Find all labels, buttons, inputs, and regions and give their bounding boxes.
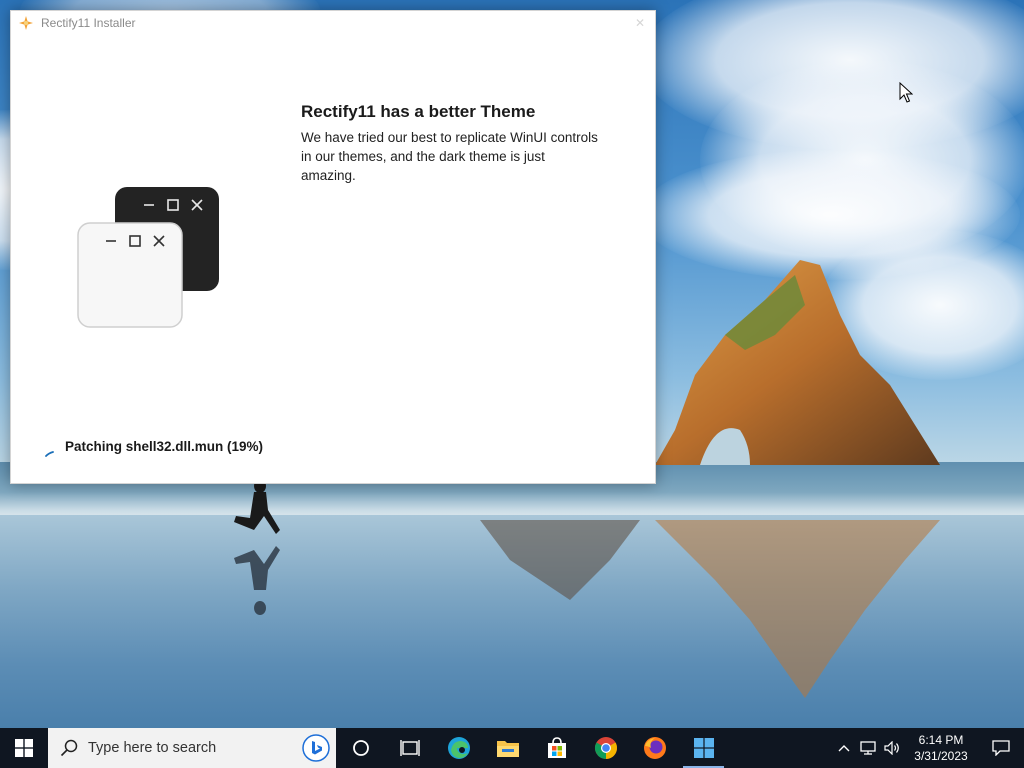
installer-window: Rectify11 Installer ✕ Rectify11 has a be… bbox=[10, 10, 656, 484]
start-button[interactable] bbox=[0, 728, 48, 768]
rectify11-taskbar-icon bbox=[693, 738, 714, 758]
search-icon bbox=[60, 739, 78, 757]
taskbar: Type here to search 6:14 PM 3/31/2023 bbox=[0, 728, 1024, 768]
search-placeholder: Type here to search bbox=[88, 740, 217, 756]
progress-status-text: Patching shell32.dll.mun (19%) bbox=[65, 439, 264, 454]
taskbar-clock[interactable]: 6:14 PM 3/31/2023 bbox=[904, 732, 978, 764]
page-heading: Rectify11 has a better Theme bbox=[301, 102, 536, 121]
folder-icon bbox=[496, 741, 519, 757]
mouse-cursor-icon bbox=[899, 82, 913, 103]
network-button[interactable] bbox=[856, 728, 880, 768]
show-hidden-icons-button[interactable] bbox=[832, 728, 856, 768]
rectify11-app-icon bbox=[19, 16, 33, 30]
page-description: We have tried our best to replicate WinU… bbox=[301, 130, 598, 183]
title-bar[interactable]: Rectify11 Installer bbox=[11, 11, 655, 35]
speaker-icon bbox=[884, 741, 899, 755]
store-bag-icon bbox=[547, 737, 566, 758]
rock-reflection bbox=[655, 520, 940, 698]
volume-button[interactable] bbox=[880, 728, 904, 768]
cortana-circle-icon bbox=[352, 740, 369, 756]
cortana-button[interactable] bbox=[336, 728, 385, 768]
microsoft-store-taskbar-button[interactable] bbox=[532, 728, 581, 768]
distant-reflection bbox=[480, 520, 640, 600]
windows-logo-icon bbox=[15, 739, 33, 757]
task-view-icon bbox=[399, 740, 420, 756]
edge-icon bbox=[447, 737, 470, 759]
bing-icon[interactable] bbox=[302, 734, 330, 762]
firefox-icon bbox=[643, 737, 666, 759]
chrome-icon bbox=[594, 737, 617, 759]
theme-windows-illustration bbox=[77, 187, 219, 328]
chrome-taskbar-button[interactable] bbox=[581, 728, 630, 768]
runner-silhouette bbox=[234, 480, 280, 615]
clock-date: 3/31/2023 bbox=[914, 749, 968, 763]
sea-arch-rock bbox=[655, 260, 940, 465]
task-view-button[interactable] bbox=[385, 728, 434, 768]
close-button[interactable]: ✕ bbox=[631, 15, 649, 31]
firefox-taskbar-button[interactable] bbox=[630, 728, 679, 768]
clock-time: 6:14 PM bbox=[918, 733, 964, 747]
rectify11-installer-taskbar-button[interactable] bbox=[679, 728, 728, 768]
system-tray: 6:14 PM 3/31/2023 bbox=[832, 728, 1024, 768]
notification-center-button[interactable] bbox=[978, 728, 1024, 768]
window-title: Rectify11 Installer bbox=[41, 16, 136, 30]
taskbar-search-box[interactable]: Type here to search bbox=[48, 728, 336, 768]
notification-icon bbox=[992, 740, 1010, 756]
file-explorer-taskbar-button[interactable] bbox=[483, 728, 532, 768]
network-icon bbox=[860, 741, 876, 755]
edge-taskbar-button[interactable] bbox=[434, 728, 483, 768]
chevron-up-icon bbox=[838, 745, 850, 752]
progress-ring-icon bbox=[45, 451, 54, 457]
